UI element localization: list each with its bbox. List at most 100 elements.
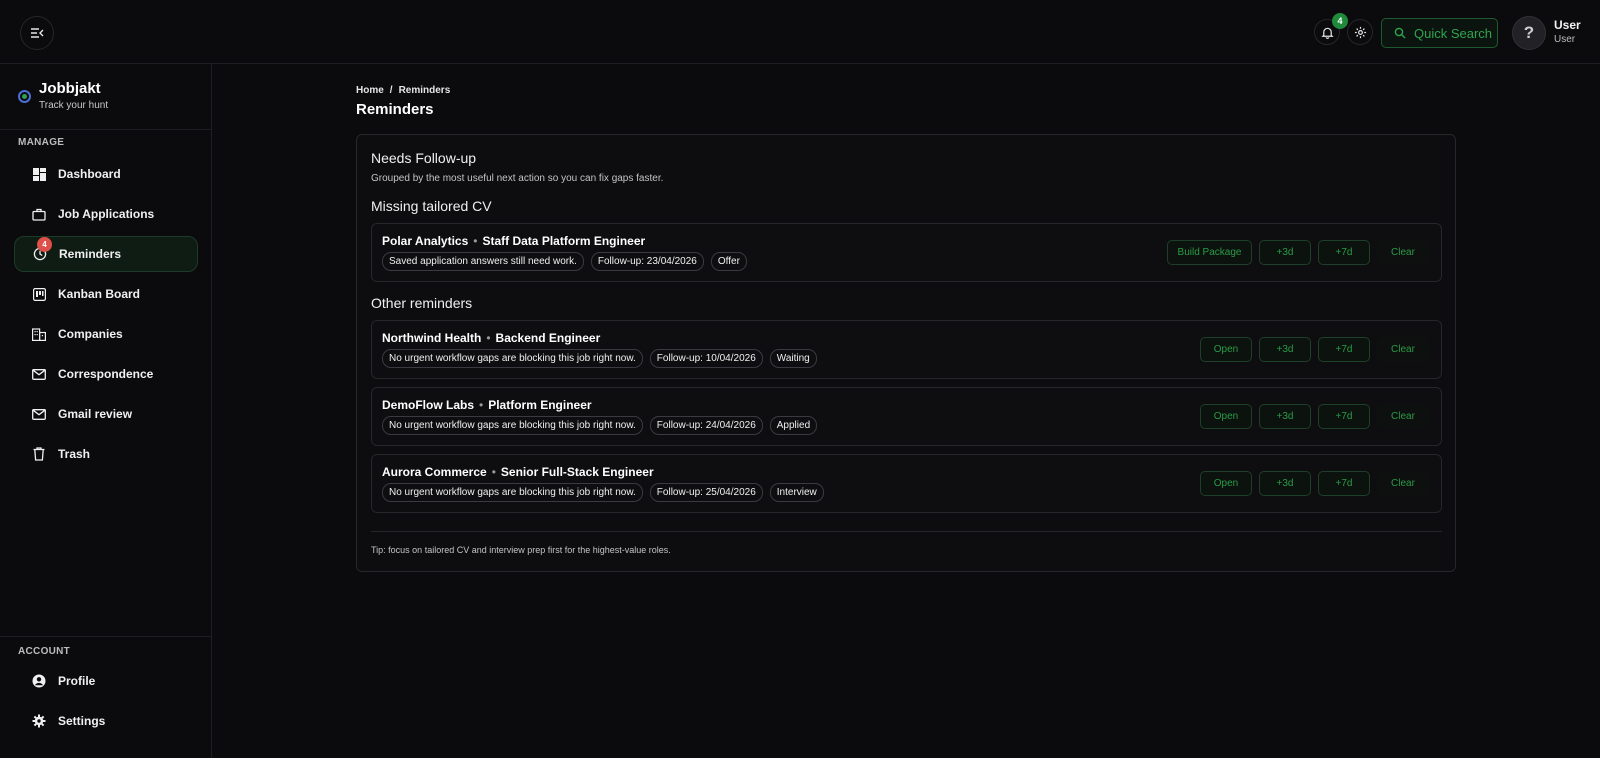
- snooze-7d-button[interactable]: +7d: [1318, 404, 1370, 429]
- stage-chip: Applied: [769, 416, 818, 435]
- sidebar-item-trash[interactable]: Trash: [14, 436, 198, 472]
- reminder-row: Northwind Health • Backend Engineer No u…: [371, 320, 1442, 379]
- title-separator: •: [491, 465, 496, 479]
- status-chip: Saved application answers still need wor…: [382, 252, 584, 271]
- breadcrumb-home[interactable]: Home: [356, 85, 384, 96]
- sidebar-item-label: Reminders: [59, 247, 122, 261]
- snooze-7d-button[interactable]: +7d: [1318, 337, 1370, 362]
- quick-search-label: Quick Search: [1414, 25, 1493, 41]
- dashboard-icon: [32, 167, 46, 181]
- sidebar-item-label: Companies: [58, 327, 123, 341]
- snooze-3d-button[interactable]: +3d: [1259, 240, 1311, 265]
- reminder-title: DemoFlow Labs • Platform Engineer: [382, 398, 592, 412]
- brand-subtitle: Track your hunt: [39, 100, 109, 111]
- snooze-7d-button[interactable]: +7d: [1318, 471, 1370, 496]
- tip-text: Tip: focus on tailored CV and interview …: [371, 545, 671, 555]
- follow-up-chip: Follow-up: 23/04/2026: [590, 252, 704, 271]
- card-title: Needs Follow-up: [371, 150, 477, 166]
- title-separator: •: [479, 398, 484, 412]
- title-separator: •: [473, 234, 478, 248]
- gear-icon: [32, 714, 46, 728]
- reminder-title: Aurora Commerce • Senior Full-Stack Engi…: [382, 465, 654, 479]
- sidebar-item-label: Profile: [58, 674, 96, 688]
- card-divider: [371, 531, 1442, 532]
- building-icon: [32, 327, 46, 341]
- bell-icon: [1320, 27, 1334, 39]
- clear-button[interactable]: Clear: [1377, 240, 1429, 265]
- stage-chip: Offer: [710, 252, 747, 271]
- search-icon: [1394, 27, 1406, 39]
- user-circle-icon: [32, 674, 46, 688]
- mail-icon: [32, 367, 46, 381]
- reminder-row: DemoFlow Labs • Platform Engineer No urg…: [371, 387, 1442, 446]
- reminder-row: Polar Analytics • Staff Data Platform En…: [371, 223, 1442, 282]
- sidebar-item-job-applications[interactable]: Job Applications: [14, 196, 198, 232]
- role-name: Platform Engineer: [488, 398, 592, 412]
- row-actions: Open +3d +7d Clear: [1200, 337, 1429, 362]
- snooze-3d-button[interactable]: +3d: [1259, 404, 1311, 429]
- sidebar-item-profile[interactable]: Profile: [14, 663, 198, 699]
- sidebar-item-reminders[interactable]: 4 Reminders: [14, 236, 198, 272]
- follow-up-chip: Follow-up: 10/04/2026: [649, 349, 763, 368]
- sidebar: Jobbjakt Track your hunt MANAGE Dashboar…: [0, 64, 212, 758]
- status-chip: No urgent workflow gaps are blocking thi…: [382, 349, 643, 368]
- reminder-title: Northwind Health • Backend Engineer: [382, 331, 600, 345]
- group-title: Missing tailored CV: [371, 198, 492, 214]
- chip-list: No urgent workflow gaps are blocking thi…: [382, 416, 818, 435]
- open-button[interactable]: Open: [1200, 337, 1252, 362]
- clock-icon: 4: [33, 237, 52, 261]
- status-chip: No urgent workflow gaps are blocking thi…: [382, 416, 643, 435]
- sidebar-item-label: Dashboard: [58, 167, 121, 181]
- sidebar-toggle-button[interactable]: [20, 16, 54, 50]
- follow-up-chip: Follow-up: 25/04/2026: [649, 483, 763, 502]
- breadcrumb-separator: /: [389, 85, 393, 96]
- sidebar-item-dashboard[interactable]: Dashboard: [14, 156, 198, 192]
- clear-button[interactable]: Clear: [1377, 471, 1429, 496]
- open-button[interactable]: Open: [1200, 471, 1252, 496]
- snooze-3d-button[interactable]: +3d: [1259, 337, 1311, 362]
- user-role: User: [1554, 34, 1576, 45]
- sidebar-item-companies[interactable]: Companies: [14, 316, 198, 352]
- notifications-button[interactable]: 4: [1314, 13, 1348, 45]
- reminders-badge: 4: [37, 237, 52, 252]
- user-name: User: [1554, 18, 1581, 32]
- follow-up-card: Needs Follow-up Grouped by the most usef…: [356, 134, 1456, 572]
- open-button[interactable]: Open: [1200, 404, 1252, 429]
- chip-list: No urgent workflow gaps are blocking thi…: [382, 483, 824, 502]
- mail-icon: [32, 407, 46, 421]
- status-chip: No urgent workflow gaps are blocking thi…: [382, 483, 643, 502]
- row-actions: Build Package +3d +7d Clear: [1167, 240, 1429, 265]
- clear-button[interactable]: Clear: [1377, 404, 1429, 429]
- snooze-7d-button[interactable]: +7d: [1318, 240, 1370, 265]
- top-bar: 4 Quick Search ? User User: [0, 0, 1600, 64]
- main-content: Home / Reminders Reminders Needs Follow-…: [212, 64, 1600, 758]
- build-package-button[interactable]: Build Package: [1167, 240, 1252, 265]
- title-separator: •: [486, 331, 491, 345]
- clear-button[interactable]: Clear: [1377, 337, 1429, 362]
- snooze-3d-button[interactable]: +3d: [1259, 471, 1311, 496]
- gear-icon: [1354, 26, 1366, 38]
- sidebar-item-gmail-review[interactable]: Gmail review: [14, 396, 198, 432]
- chip-list: No urgent workflow gaps are blocking thi…: [382, 349, 817, 368]
- user-avatar[interactable]: ?: [1512, 16, 1546, 50]
- card-subtitle: Grouped by the most useful next action s…: [371, 173, 664, 184]
- breadcrumb: Home / Reminders: [356, 85, 450, 96]
- sidebar-item-label: Job Applications: [58, 207, 155, 221]
- sidebar-item-label: Kanban Board: [58, 287, 141, 301]
- sidebar-item-correspondence[interactable]: Correspondence: [14, 356, 198, 392]
- role-name: Staff Data Platform Engineer: [482, 234, 646, 248]
- page-title: Reminders: [356, 101, 434, 118]
- quick-search-button[interactable]: Quick Search: [1381, 18, 1498, 48]
- trash-icon: [32, 447, 46, 461]
- help-icon: ?: [1523, 23, 1535, 42]
- role-name: Senior Full-Stack Engineer: [500, 465, 654, 479]
- row-actions: Open +3d +7d Clear: [1200, 404, 1429, 429]
- sidebar-item-settings[interactable]: Settings: [14, 703, 198, 739]
- sidebar-item-kanban-board[interactable]: Kanban Board: [14, 276, 198, 312]
- settings-button[interactable]: [1347, 19, 1373, 45]
- company-name: Polar Analytics: [382, 234, 469, 248]
- role-name: Backend Engineer: [495, 331, 601, 345]
- brand-title: Jobbjakt: [39, 80, 101, 97]
- sidebar-divider: [0, 129, 211, 130]
- brand[interactable]: Jobbjakt Track your hunt: [18, 80, 108, 111]
